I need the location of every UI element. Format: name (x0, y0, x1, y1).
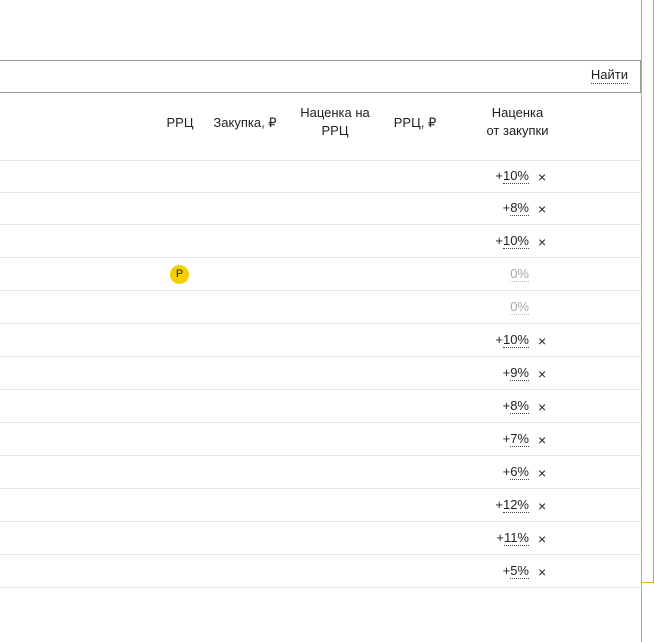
table-row: +11% × (0, 522, 641, 555)
column-header-rrc-rub: РРЦ, ₽ (393, 115, 437, 130)
markup-value[interactable]: +6% (503, 464, 529, 480)
column-header-markup-rrc-line1: Наценка на (300, 105, 370, 120)
markup-percent[interactable]: 6% (510, 464, 529, 480)
markup-percent[interactable]: 0% (510, 266, 529, 282)
table-row: 0% (0, 291, 641, 324)
markup-sign: + (495, 332, 503, 347)
remove-markup-button[interactable]: × (538, 235, 546, 249)
markup-value[interactable]: +8% (503, 200, 529, 216)
markup-percent[interactable]: 10% (502, 233, 529, 249)
markup-value[interactable]: 0% (510, 299, 529, 315)
markup-percent[interactable]: 10% (502, 168, 529, 184)
remove-markup-button[interactable]: × (538, 466, 546, 480)
table-row: +10% × (0, 160, 641, 193)
table-body: +10% × +8% × +10% × Р 0% 0% +10% × +9% × +8% × +7% × +6% ×… (0, 160, 641, 588)
markup-percent[interactable]: 11% (503, 530, 529, 546)
search-button[interactable]: Найти (590, 67, 628, 84)
column-header-purchase: Закупка, ₽ (213, 115, 277, 130)
table-row: +10% × (0, 225, 641, 258)
markup-percent[interactable]: 7% (510, 431, 529, 447)
column-header-markup-rrc-line2: РРЦ (321, 123, 349, 138)
markup-value[interactable]: +9% (503, 365, 529, 381)
markup-sign: + (496, 530, 504, 545)
remove-markup-button[interactable]: × (538, 202, 546, 216)
table-header: РРЦ Закупка, ₽ Наценка на РРЦ РРЦ, ₽ Нац… (0, 92, 641, 161)
markup-percent[interactable]: 8% (510, 200, 529, 216)
table-row: +12% × (0, 489, 641, 522)
table-row: +5% × (0, 555, 641, 588)
column-header-markup-rrc: Наценка на РРЦ (290, 104, 380, 140)
table-row: Р 0% (0, 258, 641, 291)
markup-value[interactable]: +5% (503, 563, 529, 579)
remove-markup-button[interactable]: × (538, 565, 546, 579)
search-input[interactable] (0, 61, 564, 94)
column-header-markup-purchase-line1: Наценка (491, 105, 544, 120)
markup-sign: + (495, 168, 503, 183)
markup-percent[interactable]: 9% (510, 365, 529, 381)
column-header-markup-purchase: Наценка от закупки (470, 104, 565, 140)
table-row: +9% × (0, 357, 641, 390)
table-row: +8% × (0, 193, 641, 225)
remove-markup-button[interactable]: × (538, 367, 546, 381)
table-row: +7% × (0, 423, 641, 456)
markup-value[interactable]: +10% (495, 332, 529, 348)
column-header-markup-purchase-line2: от закупки (486, 123, 549, 138)
markup-value[interactable]: +10% (495, 233, 529, 249)
rrc-badge: Р (170, 265, 189, 284)
remove-markup-button[interactable]: × (538, 499, 546, 513)
markup-percent[interactable]: 12% (502, 497, 529, 513)
markup-value[interactable]: +11% (496, 530, 529, 546)
markup-percent[interactable]: 0% (510, 299, 529, 315)
markup-sign: + (495, 233, 503, 248)
markup-percent[interactable]: 5% (510, 563, 529, 579)
remove-markup-button[interactable]: × (538, 532, 546, 546)
markup-value[interactable]: 0% (510, 266, 529, 282)
remove-markup-button[interactable]: × (538, 400, 546, 414)
table-row: +10% × (0, 324, 641, 357)
markup-value[interactable]: +10% (495, 168, 529, 184)
markup-value[interactable]: +7% (503, 431, 529, 447)
markup-percent[interactable]: 8% (510, 398, 529, 414)
side-panel-edge (642, 0, 654, 583)
remove-markup-button[interactable]: × (538, 433, 546, 447)
table-row: +6% × (0, 456, 641, 489)
remove-markup-button[interactable]: × (538, 334, 546, 348)
markup-sign: + (495, 497, 503, 512)
markup-percent[interactable]: 10% (502, 332, 529, 348)
markup-value[interactable]: +12% (495, 497, 529, 513)
markup-value[interactable]: +8% (503, 398, 529, 414)
remove-markup-button[interactable]: × (538, 170, 546, 184)
search-bar: Найти (0, 60, 641, 94)
table-row: +8% × (0, 390, 641, 423)
column-header-rrc: РРЦ (166, 115, 194, 130)
